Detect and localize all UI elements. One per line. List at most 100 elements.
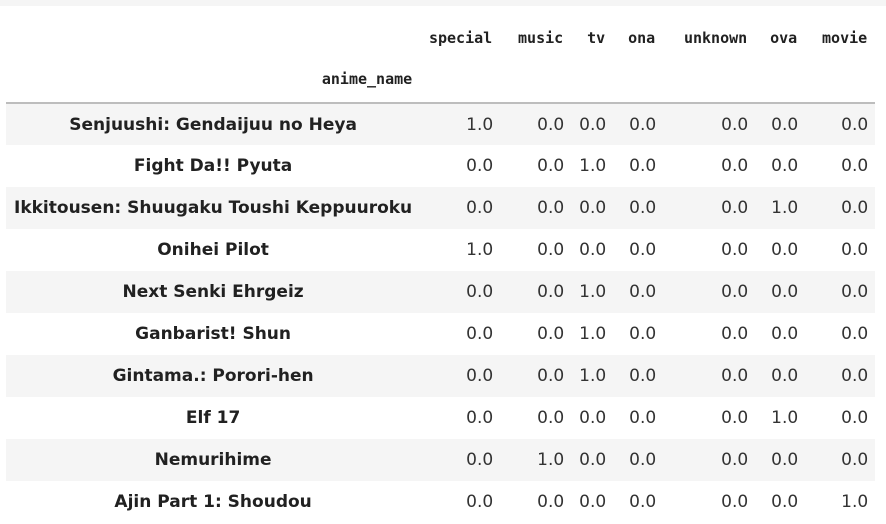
table-cell-special: 0.0	[466, 492, 494, 512]
table-body: Senjuushi: Gendaijuu no Heya 1.0 0.0 0.0 0.0…	[6, 103, 876, 523]
index-name-filler	[613, 56, 663, 103]
table-cell-tv: 0.0	[579, 450, 607, 470]
table-cell-special: 0.0	[466, 198, 494, 218]
column-header-special: special	[428, 29, 493, 47]
table-cell-movie: 0.0	[841, 450, 869, 470]
index-name-filler	[571, 56, 613, 103]
row-index-label: Onihei Pilot	[157, 240, 269, 260]
table-cell-music: 0.0	[537, 156, 565, 176]
table-cell-special: 0.0	[466, 450, 494, 470]
table-cell-ona: 0.0	[629, 282, 657, 302]
table-cell-ona: 0.0	[629, 114, 657, 135]
table-cell-ova: 0.0	[771, 282, 799, 302]
table-cell-unknown: 0.0	[721, 324, 749, 344]
table-cell-special: 0.0	[466, 282, 494, 302]
table-row: Nemurihime 0.0 1.0 0.0 0.0 0.0 0.0 0.0	[6, 439, 876, 481]
table-cell-ova: 0.0	[771, 366, 799, 386]
table-cell-ona: 0.0	[629, 408, 657, 428]
table-cell-music: 0.0	[537, 198, 565, 218]
table-row: Fight Da!! Pyuta 0.0 0.0 1.0 0.0 0.0 0.0 0.0	[6, 145, 875, 187]
table-cell-ova: 0.0	[771, 114, 799, 135]
column-header-row: special music tv ona unknown ova movie	[6, 20, 875, 56]
table-row: Ikkitousen: Shuugaku Toushi Keppuuroku 0.…	[6, 187, 876, 229]
column-header-unknown: unknown	[683, 29, 748, 47]
column-header-music: music	[518, 29, 564, 47]
table-cell-music: 0.0	[537, 366, 565, 386]
dataframe-table: special music tv ona unknown ova movie a…	[6, 20, 876, 523]
column-header-tv: tv	[587, 29, 606, 47]
table-cell-tv: 0.0	[579, 408, 607, 428]
table-cell-ona: 0.0	[629, 156, 657, 176]
table-row: Next Senki Ehrgeiz 0.0 0.0 1.0 0.0 0.0 0.0 0.0	[6, 271, 876, 313]
row-index-label: Gintama.: Porori-hen	[112, 366, 314, 386]
table-cell-unknown: 0.0	[721, 450, 749, 470]
row-index-label: Ikkitousen: Shuugaku Toushi Keppuuroku	[14, 198, 413, 218]
row-index-label: Ajin Part 1: Shoudou	[114, 492, 312, 512]
table-cell-music: 0.0	[537, 324, 565, 344]
table-cell-movie: 0.0	[841, 198, 869, 218]
column-header-ona: ona	[628, 29, 656, 47]
table-cell-unknown: 0.0	[721, 114, 749, 135]
index-name-filler	[805, 56, 875, 103]
table-row: Senjuushi: Gendaijuu no Heya 1.0 0.0 0.0 0.0…	[6, 103, 876, 145]
table-cell-ova: 1.0	[771, 408, 799, 428]
table-cell-ona: 0.0	[629, 198, 657, 218]
table-cell-movie: 0.0	[841, 282, 869, 302]
table-cell-tv: 0.0	[579, 240, 607, 260]
output-area-top-strip	[0, 0, 886, 6]
table-cell-tv: 1.0	[579, 156, 607, 176]
table-row: Ganbarist! Shun 0.0 0.0 1.0 0.0 0.0 0.0 0.0	[6, 313, 875, 355]
table-cell-ona: 0.0	[629, 492, 657, 512]
table-cell-movie: 0.0	[841, 240, 869, 260]
table-row: Elf 17 0.0 0.0 0.0 0.0 0.0 1.0 0.0	[6, 397, 875, 439]
table-cell-music: 0.0	[537, 114, 565, 135]
table-cell-unknown: 0.0	[721, 156, 749, 176]
table-cell-tv: 0.0	[579, 114, 607, 135]
row-index-label: Nemurihime	[154, 450, 272, 470]
table-row: Ajin Part 1: Shoudou 0.0 0.0 0.0 0.0 0.0 0.0 1.…	[6, 481, 875, 523]
table-cell-movie: 0.0	[841, 366, 869, 386]
index-name-filler	[420, 56, 500, 103]
table-cell-ova: 0.0	[771, 324, 799, 344]
row-index-label: Ganbarist! Shun	[135, 324, 292, 344]
table-cell-ova: 0.0	[771, 240, 799, 260]
table-cell-music: 0.0	[537, 492, 565, 512]
table-cell-music: 0.0	[537, 408, 565, 428]
table-cell-ona: 0.0	[629, 324, 657, 344]
column-header-ova: ova	[770, 29, 798, 47]
table-cell-special: 0.0	[466, 366, 494, 386]
table-cell-unknown: 0.0	[721, 240, 749, 260]
table-cell-movie: 0.0	[841, 114, 869, 135]
table-cell-ova: 1.0	[771, 198, 799, 218]
dataframe-output: special music tv ona unknown ova movie a…	[6, 20, 876, 523]
row-index-label: Elf 17	[185, 408, 241, 428]
table-cell-music: 1.0	[537, 450, 565, 470]
table-cell-ona: 0.0	[629, 366, 657, 386]
row-index-label: Fight Da!! Pyuta	[133, 156, 293, 176]
index-name-row: anime_name	[6, 56, 876, 103]
table-cell-movie: 0.0	[841, 156, 869, 176]
table-cell-movie: 0.0	[841, 324, 869, 344]
table-cell-ova: 0.0	[771, 450, 799, 470]
table-cell-special: 1.0	[466, 114, 494, 135]
table-cell-tv: 1.0	[579, 366, 607, 386]
table-cell-ona: 0.0	[629, 450, 657, 470]
table-cell-special: 0.0	[466, 408, 494, 428]
table-cell-tv: 0.0	[579, 198, 607, 218]
table-cell-ona: 0.0	[629, 240, 657, 260]
index-name-header: anime_name	[321, 70, 413, 88]
column-header-movie: movie	[822, 29, 868, 47]
table-cell-unknown: 0.0	[721, 282, 749, 302]
index-corner-cell	[6, 20, 420, 56]
row-index-label: Senjuushi: Gendaijuu no Heya	[69, 114, 357, 135]
index-name-filler	[755, 56, 805, 103]
index-name-filler	[500, 56, 571, 103]
table-cell-music: 0.0	[537, 282, 565, 302]
table-row: Onihei Pilot 1.0 0.0 0.0 0.0 0.0 0.0 0.0	[6, 229, 875, 271]
table-cell-unknown: 0.0	[721, 198, 749, 218]
table-row: Gintama.: Porori-hen 0.0 0.0 1.0 0.0 0.0 0.0 0.…	[6, 355, 876, 397]
table-cell-unknown: 0.0	[721, 492, 749, 512]
table-cell-unknown: 0.0	[721, 408, 749, 428]
table-cell-tv: 1.0	[579, 282, 607, 302]
table-cell-music: 0.0	[537, 240, 565, 260]
